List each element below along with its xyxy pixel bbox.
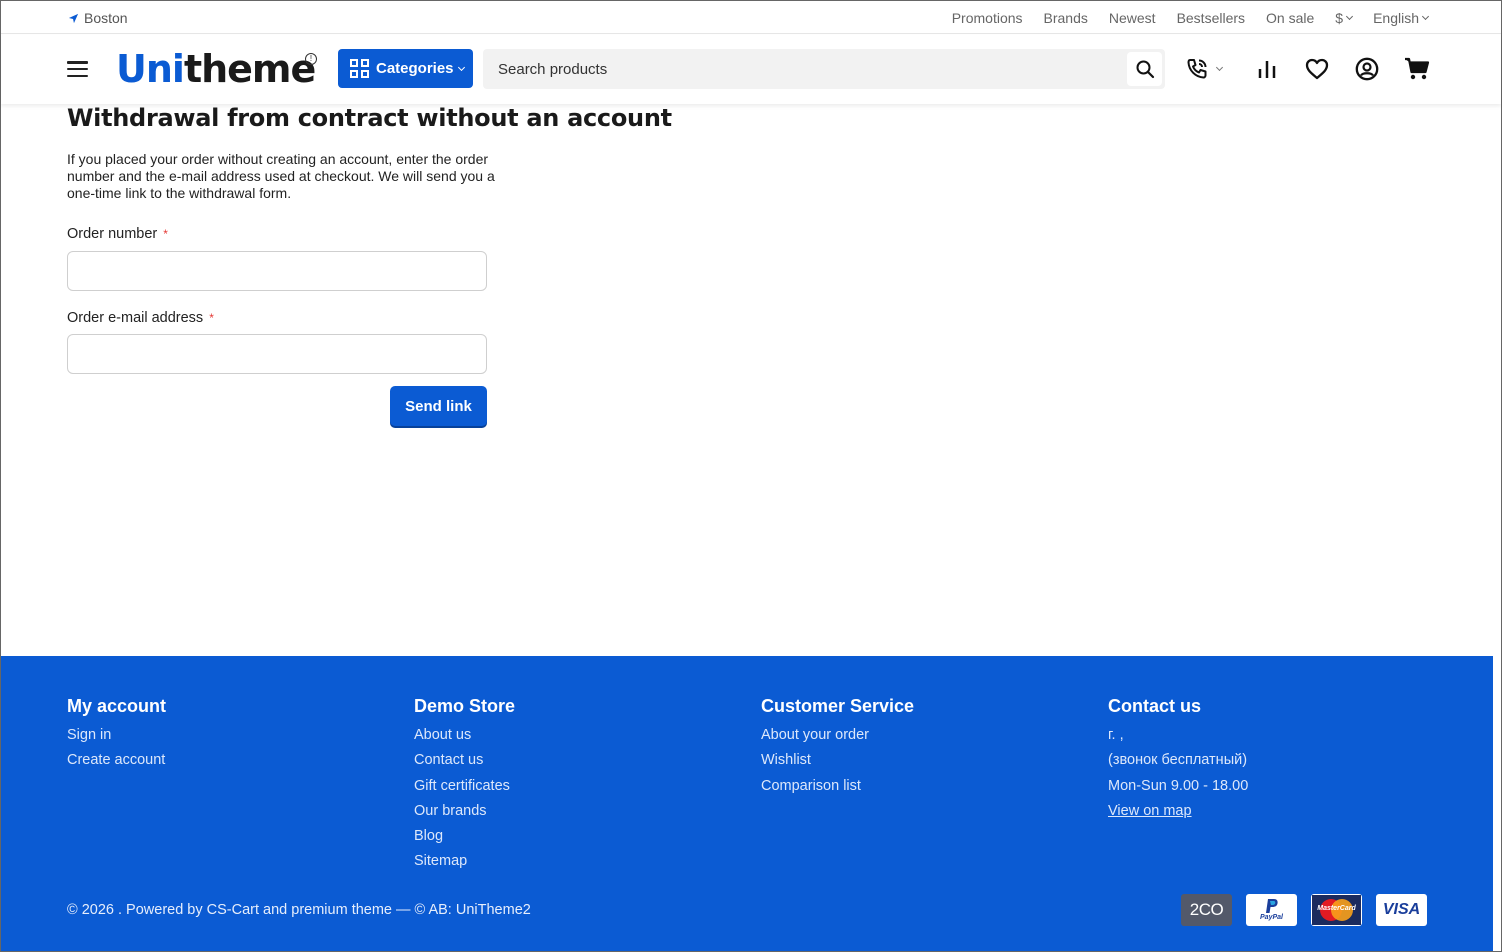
required-mark: * [163,227,168,241]
paypal-text: PayPal [1260,914,1283,921]
link-promotions[interactable]: Promotions [952,10,1023,26]
search-bar [483,49,1165,89]
logo-part-2: theme [183,47,316,91]
send-link-button[interactable]: Send link [390,386,487,426]
footer-link-sitemap[interactable]: Sitemap [414,853,515,878]
footer-col-my-account: My account Sign in Create account [67,696,166,778]
menu-icon[interactable] [67,61,88,77]
footer-col-title: Demo Store [414,696,516,716]
link-newest[interactable]: Newest [1109,10,1156,26]
currency-selector[interactable]: $ [1335,10,1354,26]
chevron-down-icon [457,63,465,71]
footer-link-about-your-order[interactable]: About your order [761,727,914,752]
link-brands[interactable]: Brands [1044,10,1088,26]
view-on-map-link[interactable]: View on map [1108,803,1248,828]
mastercard-logo: MasterCard [1311,894,1362,926]
wishlist-button[interactable] [1304,55,1330,83]
required-mark: * [209,311,214,325]
grid-icon [350,59,369,78]
footer-link-gift-certificates[interactable]: Gift certificates [414,778,515,803]
location-arrow-icon [68,13,79,23]
order-email-input[interactable] [67,334,487,374]
footer-link-comparison-list[interactable]: Comparison list [761,778,914,803]
footer: My account Sign in Create account Demo S… [1,656,1493,951]
footer-col-demo-store: Demo Store About us Contact us Gift cert… [414,696,515,879]
location-label: Boston [84,10,128,26]
chevron-down-icon [1346,12,1354,21]
language-selector[interactable]: English [1373,10,1430,26]
copyright: © 2026 . Powered by CS-Cart and premium … [67,902,531,918]
footer-link-contact-us[interactable]: Contact us [414,752,515,777]
search-icon [1136,60,1154,79]
footer-col-customer-service: Customer Service About your order Wishli… [761,696,914,803]
main-header: Unitheme ! Categories [1,35,1501,104]
logo[interactable]: Unitheme [116,47,316,91]
search-input[interactable] [483,49,1123,89]
payment-methods: 2CO PayPal MasterCard VISA [1181,894,1427,926]
footer-col-title: Contact us [1108,696,1202,716]
order-number-label: Order number * [67,226,168,242]
language-label: English [1373,10,1419,26]
chevron-down-icon [1421,12,1430,21]
info-icon[interactable]: ! [305,53,317,65]
order-number-input[interactable] [67,251,487,291]
link-on-sale[interactable]: On sale [1266,10,1314,26]
footer-link-our-brands[interactable]: Our brands [414,803,515,828]
footer-col-title: My account [67,696,167,716]
top-bar: Boston Promotions Brands Newest Bestsell… [1,1,1501,34]
heart-icon [1305,58,1329,80]
footer-col-title: Customer Service [761,696,915,716]
cart-icon [1405,57,1430,80]
visa-logo: VISA [1376,894,1427,926]
order-email-label-text: Order e-mail address [67,310,204,326]
categories-button[interactable]: Categories [338,49,473,88]
chevron-down-icon [1215,63,1224,72]
footer-link-about-us[interactable]: About us [414,727,515,752]
bar-chart-icon [1258,61,1276,78]
search-button[interactable] [1127,52,1162,86]
account-button[interactable] [1354,55,1380,83]
link-bestsellers[interactable]: Bestsellers [1177,10,1245,26]
intro-text: If you placed your order without creatin… [67,151,495,201]
compare-button[interactable] [1254,55,1280,83]
contact-hours: Mon-Sun 9.00 - 18.00 [1108,777,1249,794]
categories-label: Categories [376,60,454,77]
currency-label: $ [1335,10,1344,26]
mastercard-text: MasterCard [1317,905,1356,912]
user-icon [1355,57,1379,81]
top-links: Promotions Brands Newest Bestsellers On … [952,10,1430,26]
contact-phone-note: (звонок бесплатный) [1108,752,1248,769]
footer-link-create-account[interactable]: Create account [67,752,166,777]
contact-address: г. , [1108,727,1124,743]
page-title: Withdrawal from contract without an acco… [67,104,672,132]
phone-dropdown[interactable] [1185,55,1231,83]
logo-part-1: Uni [116,47,185,91]
paypal-logo: PayPal [1246,894,1297,926]
location-selector[interactable]: Boston [68,10,128,26]
footer-link-blog[interactable]: Blog [414,828,515,853]
footer-link-sign-in[interactable]: Sign in [67,727,166,752]
paypal-p-icon [1265,899,1278,913]
order-number-label-text: Order number [67,226,158,242]
cart-button[interactable] [1404,55,1430,83]
footer-col-contact-us: Contact us г. , (звонок бесплатный) Mon-… [1108,696,1248,828]
2co-logo: 2CO [1181,894,1232,926]
phone-icon [1187,59,1207,79]
footer-link-wishlist[interactable]: Wishlist [761,752,914,777]
order-email-label: Order e-mail address * [67,310,214,326]
